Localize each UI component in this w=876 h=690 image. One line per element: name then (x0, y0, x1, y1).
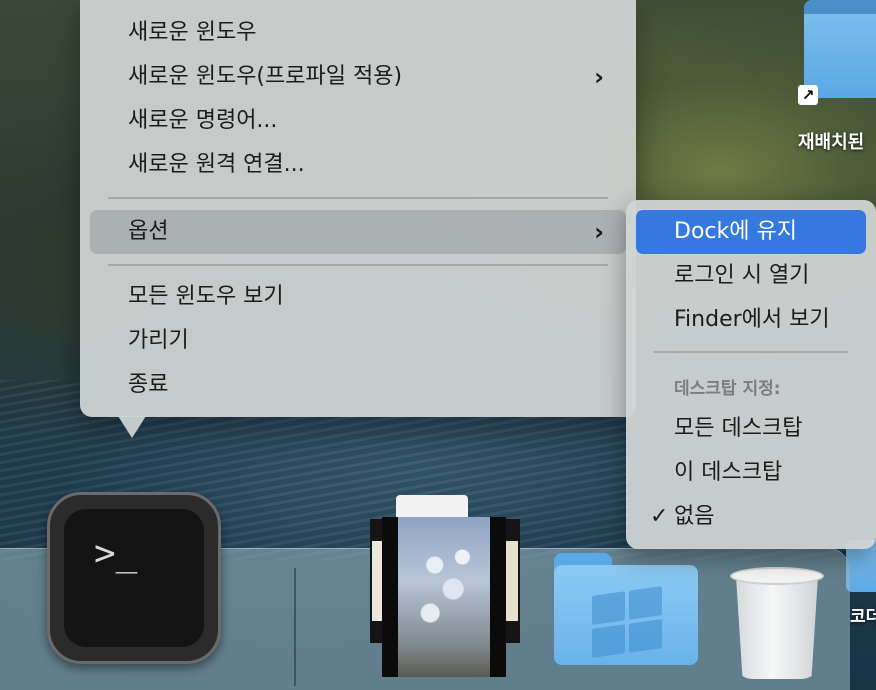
terminal-app-icon[interactable]: >_ (47, 492, 221, 664)
submenu-item-keep-in-dock[interactable]: Dock에 유지 (636, 210, 866, 254)
menu-item-label: 가리기 (128, 328, 189, 353)
stack-front-photo (382, 517, 506, 677)
submenu-item-show-in-finder[interactable]: Finder에서 보기 (636, 298, 866, 342)
menu-item-label: 새로운 윈도우 (128, 20, 257, 45)
chevron-right-icon: › (594, 63, 604, 91)
menu-pointer-arrow (118, 416, 146, 438)
menu-separator (108, 197, 608, 199)
stack-thumb-left (372, 541, 382, 621)
submenu-item-all-desktops[interactable]: 모든 데스크탑 (636, 407, 866, 451)
submenu-item-this-desktop[interactable]: 이 데스크탑 (636, 451, 866, 495)
submenu-item-label: 모든 데스크탑 (674, 416, 803, 441)
photos-stack-icon[interactable] (370, 495, 520, 677)
menu-item-label: 모든 윈도우 보기 (128, 284, 284, 309)
desktop-folder-label[interactable]: 재배치된 (798, 128, 864, 154)
desktop-item-label[interactable]: 코더 (850, 602, 876, 627)
cherry-blossom-photo (398, 517, 490, 677)
windows-folder-icon[interactable] (554, 553, 698, 665)
menu-item-label: 새로운 원격 연결... (128, 152, 305, 177)
trash-can-body (736, 576, 818, 679)
submenu-item-label: 로그인 시 열기 (674, 263, 810, 288)
menu-item-label: 종료 (128, 372, 169, 397)
submenu-item-label: Finder에서 보기 (674, 307, 830, 332)
trash-icon[interactable] (730, 567, 824, 679)
submenu-item-label: Dock에 유지 (674, 219, 797, 244)
menu-item-new-command[interactable]: 새로운 명령어... (90, 102, 626, 140)
submenu-item-label: 없음 (674, 504, 715, 529)
windows-logo-icon (592, 586, 662, 658)
dock-context-menu: 새로운 윈도우 새로운 윈도우(프로파일 적용) › 새로운 명령어... 새로… (80, 0, 636, 417)
stack-thumb-right (506, 541, 518, 621)
menu-item-new-window-profile[interactable]: 새로운 윈도우(프로파일 적용) › (90, 58, 626, 96)
menu-item-label: 새로운 명령어... (128, 108, 278, 133)
terminal-prompt-glyph: >_ (94, 533, 138, 574)
submenu-item-open-at-login[interactable]: 로그인 시 열기 (636, 254, 866, 298)
submenu-item-none[interactable]: ✓ 없음 (636, 495, 866, 539)
menu-item-quit[interactable]: 종료 (90, 366, 626, 404)
menu-item-new-window[interactable]: 새로운 윈도우 (90, 14, 626, 52)
submenu-item-label: 이 데스크탑 (674, 460, 783, 485)
submenu-separator (654, 351, 848, 353)
menu-item-new-remote-connection[interactable]: 새로운 원격 연결... (90, 146, 626, 184)
alias-arrow-icon: ↗ (798, 85, 818, 105)
dock-separator (294, 568, 296, 686)
menu-separator (108, 264, 608, 266)
menu-item-options[interactable]: 옵션 › (90, 210, 626, 254)
chevron-right-icon: › (594, 218, 604, 246)
folder-body (554, 565, 698, 665)
desktop-folder-icon[interactable] (804, 0, 876, 98)
options-submenu: Dock에 유지 로그인 시 열기 Finder에서 보기 데스크탑 지정: 모… (626, 200, 876, 549)
menu-item-hide[interactable]: 가리기 (90, 322, 626, 360)
checkmark-icon: ✓ (650, 504, 669, 529)
terminal-screen: >_ (64, 509, 204, 647)
menu-item-label: 새로운 윈도우(프로파일 적용) (128, 64, 403, 89)
menu-item-label: 옵션 (128, 219, 169, 244)
menu-item-show-all-windows[interactable]: 모든 윈도우 보기 (90, 278, 626, 316)
assign-desktop-heading: 데스크탑 지정: (674, 379, 781, 399)
trash-rim (730, 567, 824, 585)
